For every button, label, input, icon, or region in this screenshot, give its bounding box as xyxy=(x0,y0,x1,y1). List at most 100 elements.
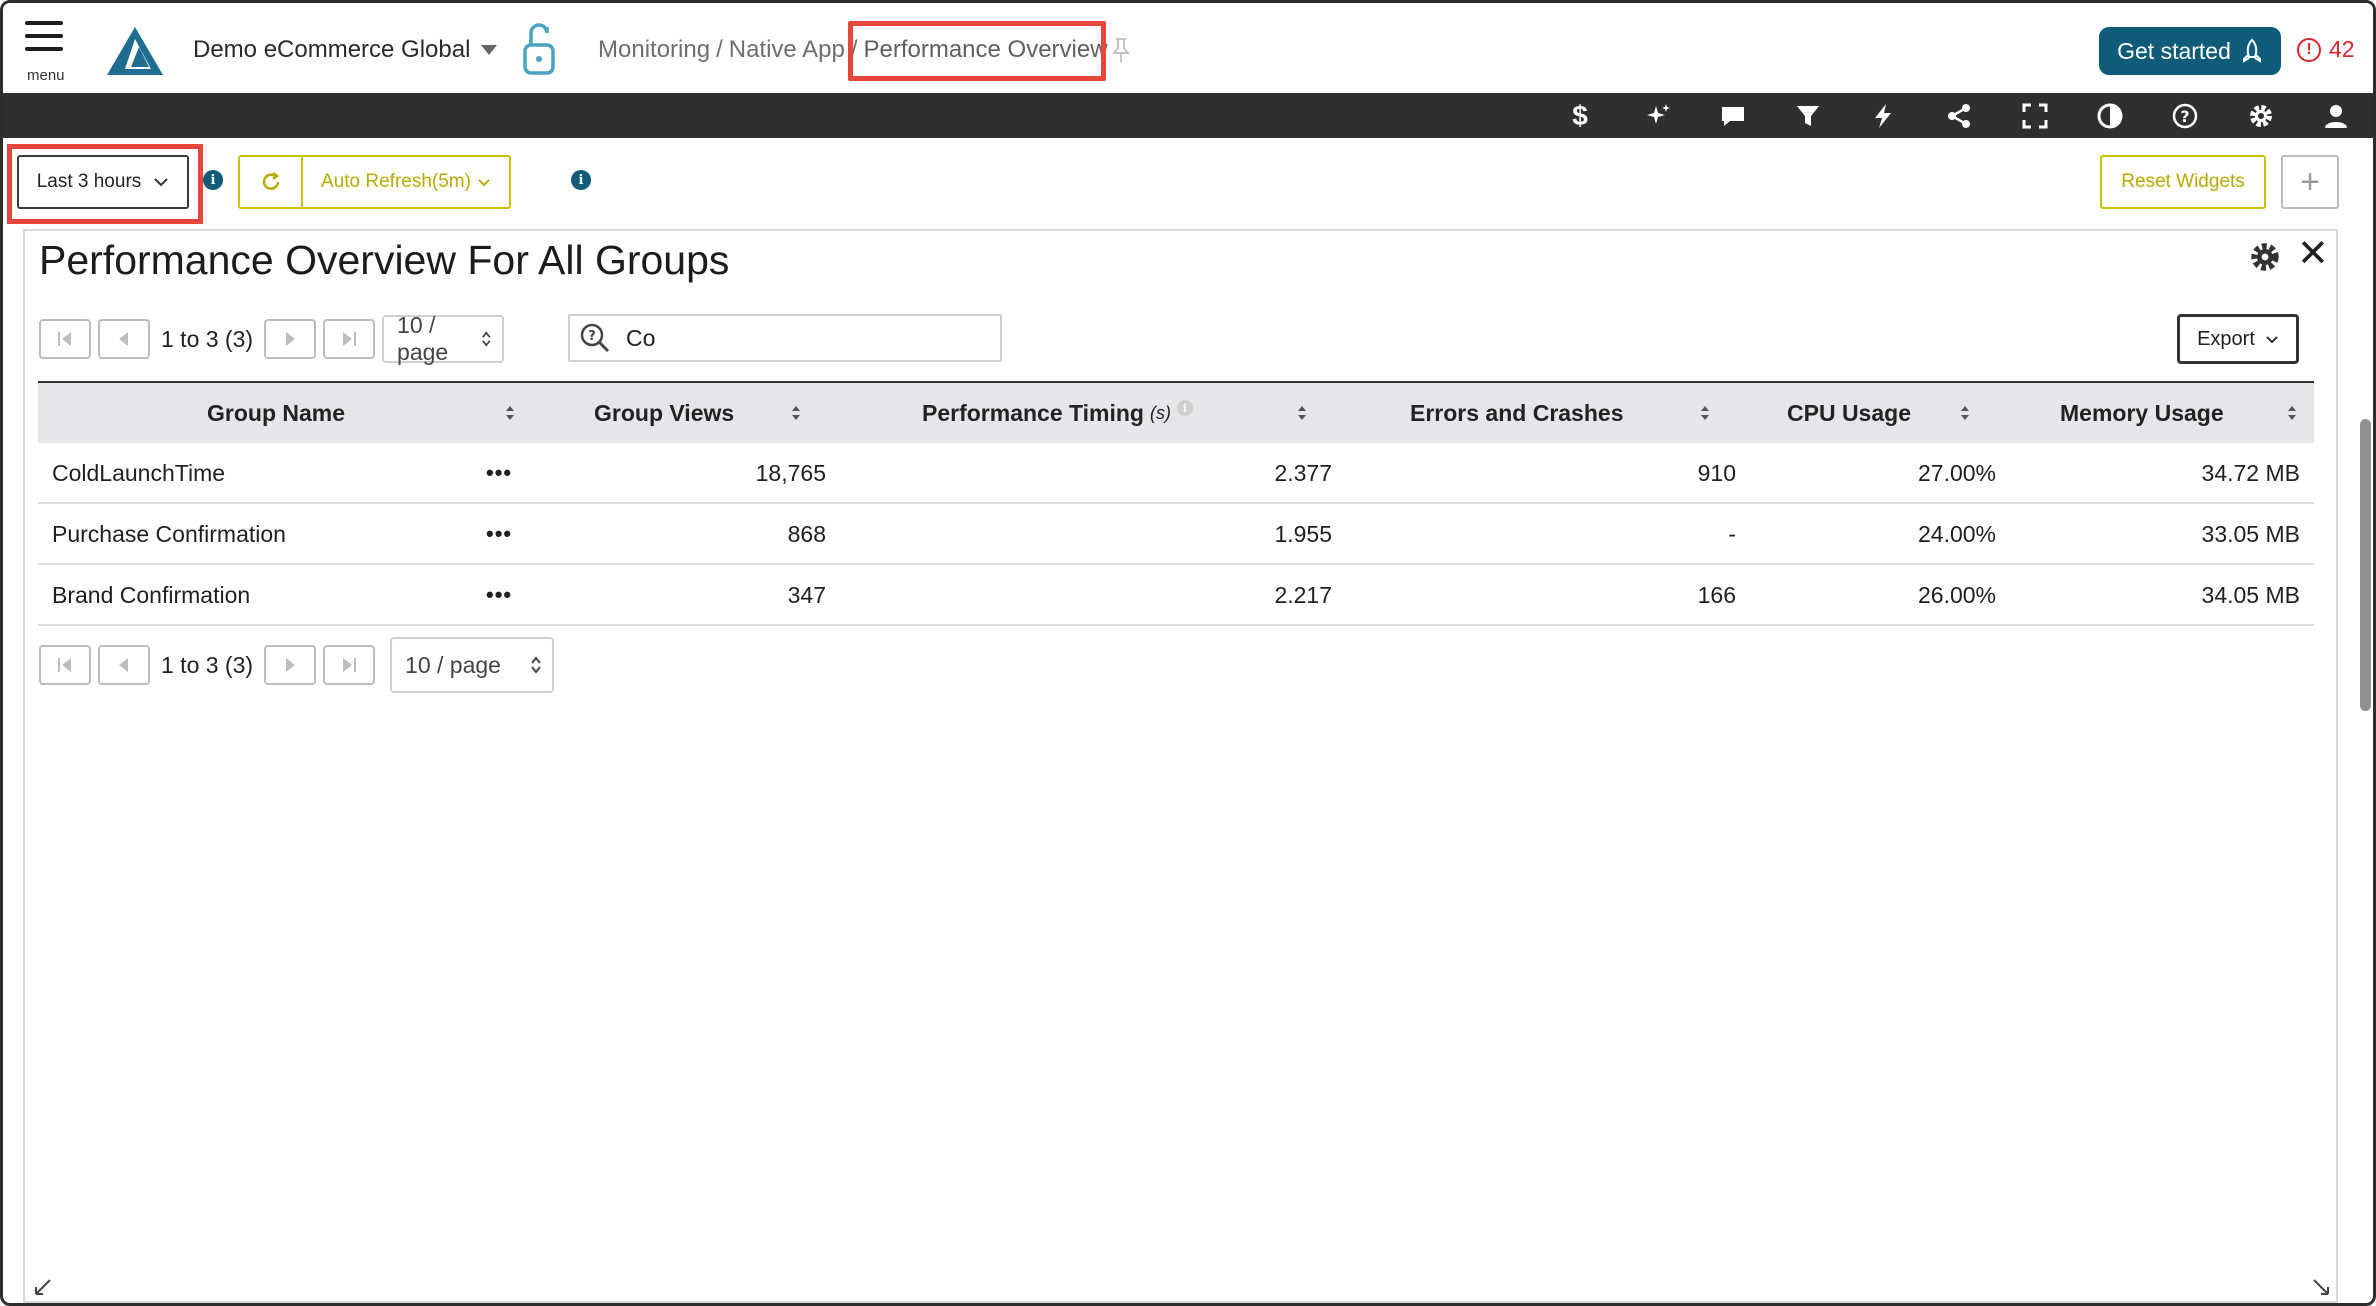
row-actions-icon[interactable]: ••• xyxy=(486,521,512,547)
pager-text: 1 to 3 (3) xyxy=(161,651,254,678)
group-name-cell[interactable]: Brand Confirmation xyxy=(52,565,250,625)
get-started-button[interactable]: Get started xyxy=(2099,27,2281,75)
settings-icon[interactable] xyxy=(2246,101,2276,131)
sort-icon[interactable] xyxy=(791,405,801,421)
top-header: menu Demo eCommerce Global Monitoring / Na… xyxy=(3,3,2373,93)
breadcrumb-monitoring[interactable]: Monitoring xyxy=(598,36,710,63)
group-views-cell: 347 xyxy=(787,581,826,608)
unlock-icon[interactable] xyxy=(519,19,559,77)
widget-close-icon[interactable]: ✕ xyxy=(2297,235,2329,273)
auto-refresh-dropdown[interactable]: Auto Refresh(5m) xyxy=(303,157,509,207)
help-icon[interactable]: ? xyxy=(2170,101,2200,131)
chevron-down-icon xyxy=(478,179,490,187)
search-box: ? xyxy=(568,314,1002,362)
per-page-select[interactable]: 10 / page xyxy=(382,312,505,365)
user-icon[interactable] xyxy=(2321,101,2351,131)
global-toolbar: $ ? xyxy=(3,93,2373,138)
info-icon[interactable]: i xyxy=(571,170,591,190)
alerts-indicator[interactable]: ! 42 xyxy=(2297,36,2355,63)
group-views-cell: 18,765 xyxy=(755,459,826,486)
brand-logo-icon[interactable] xyxy=(105,25,165,77)
org-dropdown-caret-icon[interactable] xyxy=(481,45,497,55)
bottom-pager: 1 to 3 (3) 10 / page xyxy=(39,637,555,693)
sparkle-icon[interactable] xyxy=(1643,101,1673,131)
first-page-icon xyxy=(58,658,71,672)
breadcrumb-current-page: Performance Overview xyxy=(863,36,1108,63)
time-range-value: Last 3 hours xyxy=(36,171,142,192)
first-page-button[interactable] xyxy=(39,319,91,359)
table-row[interactable]: Brand Confirmation ••• 347 2.217 166 26.… xyxy=(38,565,2314,626)
widget-settings-icon[interactable] xyxy=(2249,241,2281,273)
column-header-performance-timing[interactable]: Performance Timing (s) i xyxy=(922,383,1193,443)
breadcrumb-native-app[interactable]: Native App xyxy=(729,36,845,63)
search-input[interactable] xyxy=(626,324,986,352)
pin-icon[interactable] xyxy=(1111,37,1131,63)
menu-button[interactable]: menu xyxy=(23,21,71,87)
per-page-value: 10 / page xyxy=(397,312,449,365)
filter-row: Last 3 hours i Auto Refresh(5m) i Reset … xyxy=(3,138,2373,226)
sort-icon[interactable] xyxy=(505,405,515,421)
menu-label: menu xyxy=(27,67,65,84)
group-name-cell[interactable]: ColdLaunchTime xyxy=(52,443,225,503)
sort-icon[interactable] xyxy=(1297,405,1307,421)
per-page-select[interactable]: 10 / page xyxy=(390,637,555,693)
resize-handle-icon[interactable] xyxy=(2311,1277,2331,1297)
performance-timing-label: Performance Timing xyxy=(922,399,1144,426)
prev-page-icon xyxy=(119,332,128,346)
timing-unit: (s) xyxy=(1149,402,1171,423)
scrollbar-track[interactable] xyxy=(2353,229,2373,1303)
column-header-memory-usage[interactable]: Memory Usage xyxy=(2060,383,2224,443)
sort-icon[interactable] xyxy=(1700,405,1710,421)
resize-handle-icon[interactable] xyxy=(33,1277,53,1297)
per-page-value: 10 / page xyxy=(405,651,501,678)
breadcrumb-separator: / xyxy=(850,36,858,63)
chevron-down-icon xyxy=(154,178,168,187)
scrollbar-thumb[interactable] xyxy=(2360,419,2371,711)
add-widget-button[interactable]: + xyxy=(2281,155,2339,209)
next-page-button[interactable] xyxy=(264,319,317,359)
get-started-label: Get started xyxy=(2117,37,2231,64)
alert-icon: ! xyxy=(2297,37,2321,62)
widget-title: Performance Overview For All Groups xyxy=(39,237,730,283)
contrast-icon[interactable] xyxy=(2095,101,2125,131)
table-row[interactable]: Purchase Confirmation ••• 868 1.955 - 24… xyxy=(38,504,2314,565)
prev-page-button[interactable] xyxy=(98,645,150,685)
performance-overview-widget: Performance Overview For All Groups ✕ 1 … xyxy=(23,229,2338,1303)
group-name-cell[interactable]: Purchase Confirmation xyxy=(52,504,286,564)
first-page-button[interactable] xyxy=(39,645,91,685)
last-page-button[interactable] xyxy=(323,319,376,359)
performance-timing-cell: 1.955 xyxy=(1274,520,1332,547)
lightning-icon[interactable] xyxy=(1868,101,1898,131)
row-actions-icon[interactable]: ••• xyxy=(486,460,512,486)
column-header-group-views[interactable]: Group Views xyxy=(594,383,734,443)
export-button[interactable]: Export xyxy=(2177,314,2299,364)
cpu-usage-cell: 26.00% xyxy=(1917,581,1996,608)
sort-icon[interactable] xyxy=(2287,405,2297,421)
reset-widgets-button[interactable]: Reset Widgets xyxy=(2100,155,2266,209)
export-label: Export xyxy=(2197,327,2255,350)
refresh-button[interactable] xyxy=(240,157,303,207)
dollar-icon[interactable]: $ xyxy=(1565,100,1595,131)
time-range-select[interactable]: Last 3 hours xyxy=(17,155,189,209)
share-icon[interactable] xyxy=(1944,101,1974,131)
column-header-cpu-usage[interactable]: CPU Usage xyxy=(1787,383,1911,443)
filter-icon[interactable] xyxy=(1793,101,1823,131)
table-row[interactable]: ColdLaunchTime ••• 18,765 2.377 910 27.0… xyxy=(38,443,2314,504)
info-icon[interactable]: i xyxy=(203,170,223,190)
prev-page-button[interactable] xyxy=(98,319,150,359)
row-actions-icon[interactable]: ••• xyxy=(486,582,512,608)
refresh-group: Auto Refresh(5m) xyxy=(238,155,511,209)
info-icon[interactable]: i xyxy=(1176,400,1193,416)
column-header-errors-crashes[interactable]: Errors and Crashes xyxy=(1410,383,1623,443)
last-page-icon xyxy=(343,658,357,672)
next-page-button[interactable] xyxy=(264,645,317,685)
comment-icon[interactable] xyxy=(1718,101,1748,131)
errors-crashes-cell: 910 xyxy=(1697,459,1736,486)
last-page-button[interactable] xyxy=(323,645,376,685)
sort-icon[interactable] xyxy=(1960,405,1970,421)
org-name[interactable]: Demo eCommerce Global xyxy=(193,36,470,64)
column-header-group-name[interactable]: Group Name xyxy=(207,383,345,443)
menu-icon-bar xyxy=(25,34,63,38)
fullscreen-icon[interactable] xyxy=(2020,101,2050,131)
alert-count: 42 xyxy=(2329,36,2355,62)
